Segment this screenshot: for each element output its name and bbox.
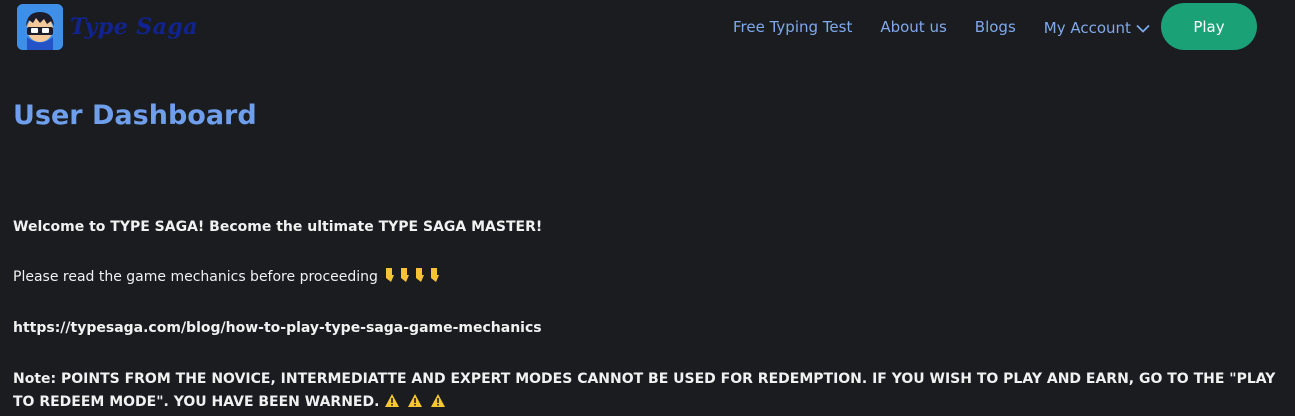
nav-links: Free Typing Test About us Blogs My Accou… (733, 17, 1178, 37)
mechanics-url: https://typesaga.com/blog/how-to-play-ty… (13, 320, 542, 336)
dashboard-content: Welcome to TYPE SAGA! Become the ultimat… (13, 218, 1283, 416)
warning-note-text: Note: POINTS FROM THE NOVICE, INTERMEDIA… (13, 371, 1276, 410)
read-mechanics-line: Please read the game mechanics before pr… (13, 267, 1283, 288)
warning-icon (384, 393, 446, 416)
brand-logo-link[interactable]: Type Saga (17, 4, 198, 50)
my-account-dropdown[interactable]: My Account (1044, 19, 1150, 37)
my-account-label: My Account (1043, 19, 1131, 37)
page-title: User Dashboard (13, 100, 257, 131)
nav-link-free-typing-test[interactable]: Free Typing Test (733, 18, 852, 36)
ninja-mascot-icon (17, 4, 63, 50)
brand-name: Type Saga (70, 14, 199, 40)
warning-note: Note: POINTS FROM THE NOVICE, INTERMEDIA… (13, 368, 1283, 416)
nav-link-blogs[interactable]: Blogs (975, 18, 1016, 36)
nav-link-about-us[interactable]: About us (880, 18, 946, 36)
play-button[interactable]: Play (1161, 3, 1257, 50)
read-mechanics-text: Please read the game mechanics before pr… (13, 269, 378, 285)
pointing-down-hand-icon (382, 267, 446, 288)
welcome-text: Welcome to TYPE SAGA! Become the ultimat… (13, 219, 543, 235)
chevron-down-icon (1136, 24, 1150, 33)
navbar: Type Saga Free Typing Test About us Blog… (0, 0, 1295, 54)
